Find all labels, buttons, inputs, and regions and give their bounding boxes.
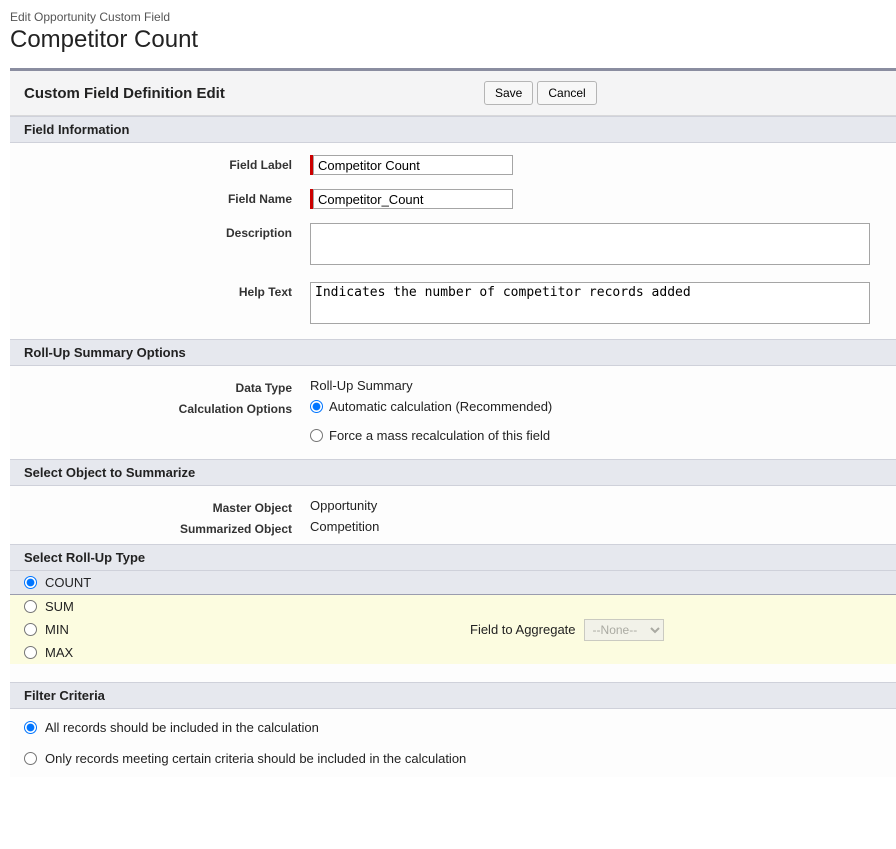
rollup-type-list: COUNT SUM MIN MAX Field to Aggregate --N… xyxy=(10,571,896,664)
field-name-input[interactable] xyxy=(313,189,513,209)
rollup-disabled-group: SUM MIN MAX Field to Aggregate --None-- xyxy=(10,595,896,664)
cancel-button[interactable]: Cancel xyxy=(537,81,596,105)
radio-auto-calc-label: Automatic calculation (Recommended) xyxy=(329,399,552,414)
radio-filter-only[interactable] xyxy=(24,752,37,765)
value-summarized-object: Competition xyxy=(310,519,896,534)
help-text-textarea[interactable] xyxy=(310,282,870,324)
section-field-information-body: Field Label Field Name Description Help … xyxy=(10,143,896,339)
filter-option-all[interactable]: All records should be included in the ca… xyxy=(10,717,896,738)
section-field-information: Field Information xyxy=(10,116,896,143)
radio-force-recalc[interactable] xyxy=(310,429,323,442)
label-calc-options: Calculation Options xyxy=(10,399,310,416)
rollup-option-count[interactable]: COUNT xyxy=(10,571,896,595)
radio-force-recalc-label: Force a mass recalculation of this field xyxy=(329,428,550,443)
section-rollup-options: Roll-Up Summary Options xyxy=(10,339,896,366)
panel-header: Custom Field Definition Edit Save Cancel xyxy=(10,71,896,116)
radio-auto-calc[interactable] xyxy=(310,400,323,413)
rollup-option-min[interactable]: MIN xyxy=(10,618,896,641)
label-field-label: Field Label xyxy=(10,155,310,172)
value-data-type: Roll-Up Summary xyxy=(310,378,896,393)
radio-filter-all-label: All records should be included in the ca… xyxy=(45,720,319,735)
section-summarize-body: Master Object Opportunity Summarized Obj… xyxy=(10,486,896,544)
field-to-aggregate: Field to Aggregate --None-- xyxy=(470,619,664,641)
rollup-option-sum[interactable]: SUM xyxy=(10,595,896,618)
label-data-type: Data Type xyxy=(10,378,310,395)
radio-count-label: COUNT xyxy=(45,575,91,590)
save-button[interactable]: Save xyxy=(484,81,533,105)
panel-title: Custom Field Definition Edit xyxy=(24,85,484,102)
section-rollup-type: Select Roll-Up Type xyxy=(10,544,896,571)
description-textarea[interactable] xyxy=(310,223,870,265)
radio-max-label: MAX xyxy=(45,645,73,660)
rollup-option-max[interactable]: MAX xyxy=(10,641,896,664)
section-summarize: Select Object to Summarize xyxy=(10,459,896,486)
label-master-object: Master Object xyxy=(10,498,310,515)
label-field-to-aggregate: Field to Aggregate xyxy=(470,622,576,637)
filter-option-only[interactable]: Only records meeting certain criteria sh… xyxy=(10,748,896,769)
radio-sum-label: SUM xyxy=(45,599,74,614)
radio-max[interactable] xyxy=(24,646,37,659)
section-filter-criteria: Filter Criteria xyxy=(10,682,896,709)
select-field-to-aggregate[interactable]: --None-- xyxy=(584,619,664,641)
page-subtitle: Edit Opportunity Custom Field xyxy=(10,10,896,24)
radio-sum[interactable] xyxy=(24,600,37,613)
label-summarized-object: Summarized Object xyxy=(10,519,310,536)
radio-filter-all[interactable] xyxy=(24,721,37,734)
label-field-name: Field Name xyxy=(10,189,310,206)
page-title: Competitor Count xyxy=(10,26,896,54)
label-description: Description xyxy=(10,223,310,240)
radio-min-label: MIN xyxy=(45,622,69,637)
field-label-input[interactable] xyxy=(313,155,513,175)
radio-min[interactable] xyxy=(24,623,37,636)
section-filter-criteria-body: All records should be included in the ca… xyxy=(10,709,896,777)
value-master-object: Opportunity xyxy=(310,498,896,513)
label-help-text: Help Text xyxy=(10,282,310,299)
section-rollup-options-body: Data Type Roll-Up Summary Calculation Op… xyxy=(10,366,896,459)
radio-count[interactable] xyxy=(24,576,37,589)
main-panel: Custom Field Definition Edit Save Cancel… xyxy=(10,68,896,777)
radio-filter-only-label: Only records meeting certain criteria sh… xyxy=(45,751,466,766)
